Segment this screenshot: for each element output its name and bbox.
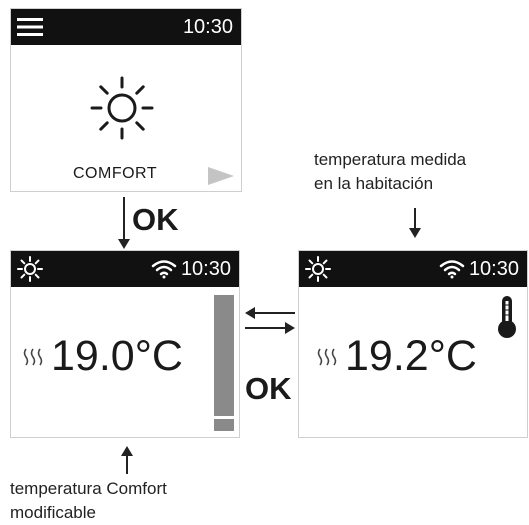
caption-measured: temperatura medida en la habitación xyxy=(314,148,466,196)
arrow-down-ok xyxy=(118,197,130,249)
mode-label: COMFORT xyxy=(73,165,158,182)
arrow-down-measured xyxy=(409,208,421,238)
measured-temperature: 19.2°C xyxy=(345,332,477,380)
caption-comfort-line-1: temperatura Comfort xyxy=(10,479,167,498)
setpoint-temperature[interactable]: 19.0°C xyxy=(51,331,183,381)
sun-icon xyxy=(89,75,155,141)
caption-measured-line-1: temperatura medida xyxy=(314,150,467,169)
heat-waves-icon xyxy=(317,347,337,367)
wifi-icon xyxy=(151,259,177,279)
heat-waves-icon xyxy=(23,347,43,367)
arrow-left xyxy=(245,307,295,319)
wifi-icon xyxy=(439,259,465,279)
comfort-setpoint-screen: 10:30 19.0°C xyxy=(10,250,240,438)
mode-screen: 10:30 COMFORT xyxy=(10,8,242,192)
arrow-up-comfort xyxy=(121,446,133,474)
measured-temperature-screen: 10:30 19.2°C xyxy=(298,250,528,438)
sun-icon xyxy=(305,256,331,282)
clock-time: 10:30 xyxy=(180,258,231,280)
ok-label-right: OK xyxy=(245,371,292,406)
caption-comfort: temperatura Comfort modificable xyxy=(10,477,167,525)
clock-time: 10:30 xyxy=(468,258,519,280)
hamburger-menu-icon[interactable] xyxy=(17,17,43,37)
sun-icon xyxy=(17,256,43,282)
play-triangle-icon[interactable] xyxy=(208,167,234,185)
status-bar: 10:30 xyxy=(299,251,527,287)
slider-marker[interactable] xyxy=(214,416,234,419)
setpoint-slider[interactable] xyxy=(214,295,234,431)
caption-measured-line-2: en la habitación xyxy=(314,174,434,193)
status-bar: 10:30 xyxy=(11,251,239,287)
clock-time: 10:30 xyxy=(182,16,233,38)
arrow-right xyxy=(245,322,295,334)
thermometer-icon xyxy=(496,295,518,339)
caption-comfort-line-2: modificable xyxy=(10,503,96,522)
status-bar: 10:30 xyxy=(11,9,241,45)
ok-label-down: OK xyxy=(132,202,179,237)
